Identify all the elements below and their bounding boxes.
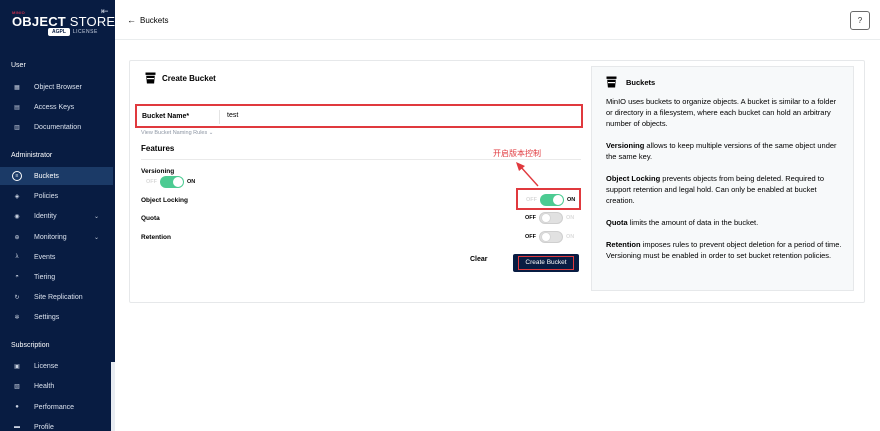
annotation-highlight-box: [516, 188, 581, 210]
quota-toggle[interactable]: OFF ON: [525, 212, 574, 224]
help-paragraph-retention: Retention imposes rules to prevent objec…: [606, 240, 842, 261]
question-icon[interactable]: ?: [850, 11, 870, 30]
sidebar-item-profile[interactable]: ▬ Profile: [0, 418, 113, 431]
sidebar-item-documentation[interactable]: ▥ Documentation: [0, 118, 113, 136]
retention-toggle[interactable]: OFF ON: [525, 231, 574, 243]
back-link[interactable]: ← Buckets: [127, 15, 168, 25]
object-locking-label: Object Locking: [141, 197, 188, 204]
versioning-switch[interactable]: [160, 176, 184, 188]
shield-icon: ◈: [14, 193, 20, 200]
chevron-down-icon: ⌄: [94, 213, 100, 220]
section-subscription: Subscription: [11, 342, 50, 349]
help-paragraph-intro: MinIO uses buckets to organize objects. …: [606, 97, 837, 129]
sidebar-item-settings[interactable]: ✲ Settings: [0, 308, 113, 326]
license-icon: ▣: [14, 363, 20, 370]
annotation-arrow-icon: [516, 162, 539, 187]
sidebar-item-performance[interactable]: ● Performance: [0, 398, 113, 416]
sidebar-item-monitoring[interactable]: ⊕ Monitoring ⌄: [0, 228, 113, 246]
logo-object-store-text: OBJECT STORE: [12, 14, 115, 29]
lambda-icon: λ: [15, 254, 19, 260]
bucket-icon: ≡: [12, 171, 22, 181]
retention-label: Retention: [141, 234, 171, 241]
features-title: Features: [141, 144, 175, 153]
sidebar-item-object-browser[interactable]: ▦ Object Browser: [0, 78, 113, 96]
quota-switch[interactable]: [539, 212, 563, 224]
form-title: Create Bucket: [145, 72, 216, 84]
sidebar-item-access-keys[interactable]: ▤ Access Keys: [0, 98, 113, 116]
profile-icon: ▬: [14, 424, 20, 430]
arrow-left-icon: ←: [127, 15, 136, 25]
sidebar-item-tiering[interactable]: ◓ Tiering: [0, 268, 113, 286]
help-panel: Buckets MinIO uses buckets to organize o…: [591, 66, 854, 291]
identity-icon: ◉: [14, 213, 20, 220]
document-icon: ▥: [14, 124, 20, 131]
tiering-icon: ◓: [15, 274, 19, 280]
sidebar: ⇤ MINIO OBJECT STORE AGPL LICENSE User ▦…: [0, 0, 115, 431]
object-browser-icon: ▦: [14, 84, 20, 91]
chevron-down-icon: ⌄: [94, 234, 100, 241]
chevron-down-icon: ⌄: [208, 130, 214, 136]
section-user: User: [11, 62, 26, 69]
performance-icon: ●: [15, 404, 19, 410]
bucket-icon: [145, 72, 156, 84]
help-paragraph-quota: Quota limits the amount of data in the b…: [606, 218, 759, 227]
bucket-name-field[interactable]: Bucket Name* test: [135, 104, 583, 128]
logo: MINIO OBJECT STORE AGPL LICENSE: [12, 10, 115, 38]
sidebar-item-buckets[interactable]: ≡ Buckets: [0, 167, 113, 185]
versioning-label: Versioning: [141, 168, 175, 175]
retention-switch[interactable]: [539, 231, 563, 243]
bucket-name-input[interactable]: test: [227, 112, 238, 119]
gear-icon: ✲: [14, 314, 20, 321]
quota-label: Quota: [141, 215, 160, 222]
help-panel-header: Buckets: [606, 76, 655, 88]
breadcrumb-buckets: Buckets: [140, 15, 169, 25]
help-panel-title: Buckets: [626, 77, 656, 87]
versioning-toggle[interactable]: OFF ON: [146, 176, 195, 188]
page-header: ← Buckets ?: [115, 0, 880, 40]
naming-rules-link[interactable]: View Bucket Naming Rules ⌄: [141, 130, 213, 136]
annotation-text: 开启版本控制: [493, 149, 541, 158]
form-title-text: Create Bucket: [162, 73, 216, 83]
help-paragraph-versioning: Versioning allows to keep multiple versi…: [606, 141, 837, 162]
create-bucket-button-label: Create Bucket: [518, 256, 574, 270]
clear-button[interactable]: Clear: [470, 256, 488, 263]
agpl-badge: AGPL: [48, 28, 70, 36]
sidebar-item-license[interactable]: ▣ License: [0, 357, 113, 375]
sidebar-item-health[interactable]: ▧ Health: [0, 377, 113, 395]
create-bucket-button[interactable]: Create Bucket: [513, 254, 579, 272]
help-paragraph-object-locking: Object Locking prevents objects from bei…: [606, 174, 825, 206]
section-administrator: Administrator: [11, 152, 53, 159]
replication-icon: ↻: [14, 294, 20, 301]
search-icon: ⊕: [14, 234, 20, 241]
health-icon: ▧: [14, 383, 20, 390]
sidebar-item-site-replication[interactable]: ↻ Site Replication: [0, 288, 113, 306]
key-icon: ▤: [14, 104, 20, 111]
bucket-icon: [606, 76, 617, 88]
sidebar-item-events[interactable]: λ Events: [0, 248, 113, 266]
sidebar-item-identity[interactable]: ◉ Identity ⌄: [0, 207, 113, 225]
license-word: LICENSE: [72, 29, 98, 35]
bucket-name-label: Bucket Name*: [142, 113, 190, 120]
sidebar-item-policies[interactable]: ◈ Policies: [0, 187, 113, 205]
sidebar-scrollbar[interactable]: [111, 362, 115, 431]
